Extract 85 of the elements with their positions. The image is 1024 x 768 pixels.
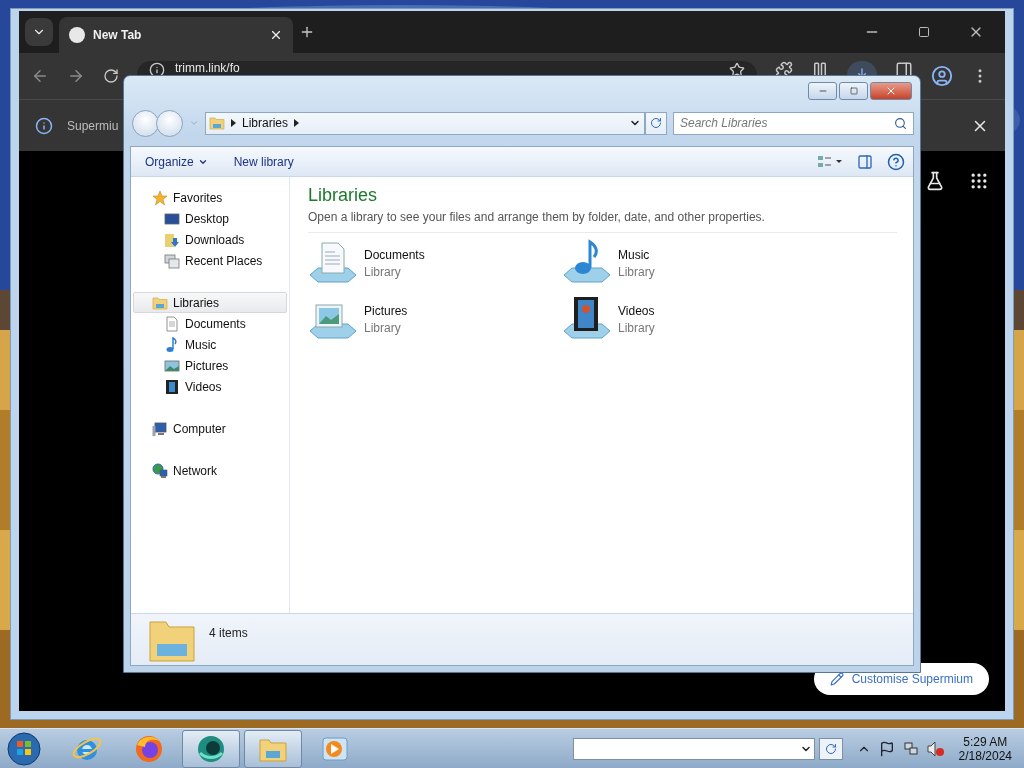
maximize-icon xyxy=(849,87,858,95)
library-name[interactable]: Documents xyxy=(364,247,425,262)
refresh-icon xyxy=(650,117,662,129)
close-button[interactable] xyxy=(870,82,912,100)
download-folder-icon xyxy=(164,231,180,248)
library-type: Library xyxy=(364,320,402,335)
extensions-icon[interactable] xyxy=(775,61,793,75)
breadcrumb-item[interactable]: Libraries xyxy=(242,116,289,130)
page-description: Open a library to see your files and arrange them by folder, date, and other properties. xyxy=(308,210,897,233)
start-button-icon[interactable] xyxy=(6,730,42,767)
tab-search-button[interactable] xyxy=(25,18,53,46)
monitor-icon xyxy=(164,210,180,227)
nav-item[interactable]: Downloads xyxy=(133,229,287,250)
apps-grid-icon[interactable] xyxy=(969,171,989,191)
nav-item[interactable]: Computer xyxy=(133,418,287,439)
nav-item[interactable]: Pictures xyxy=(133,355,287,376)
address-toolbar-field[interactable] xyxy=(572,737,815,760)
image-icon xyxy=(164,357,180,374)
minimize-button[interactable] xyxy=(808,82,837,100)
library-type: Library xyxy=(618,320,655,335)
computer-icon xyxy=(152,420,168,437)
close-icon[interactable] xyxy=(269,28,283,42)
nav-item[interactable]: Recent Places xyxy=(133,250,287,271)
browser-tab[interactable]: New Tab xyxy=(59,17,293,53)
item-count: 4 items xyxy=(209,626,248,640)
film-icon xyxy=(164,378,180,395)
breadcrumb-arrow-icon xyxy=(231,119,236,127)
command-button[interactable]: Organize xyxy=(139,152,214,171)
nav-item[interactable]: Videos xyxy=(133,376,287,397)
info-text: Supermiu xyxy=(67,118,119,133)
page-heading: Libraries xyxy=(308,185,379,206)
address-field[interactable]: trimm.link/fo xyxy=(137,61,757,75)
library-folder-icon xyxy=(149,618,195,662)
library-folder-icon xyxy=(209,115,225,131)
clock-date: 2/18/2024 xyxy=(958,748,1012,763)
maximize-icon[interactable] xyxy=(918,26,930,38)
refresh-button[interactable] xyxy=(645,111,667,135)
new-tab-icon[interactable] xyxy=(299,24,315,40)
muted-speaker-icon[interactable] xyxy=(926,740,945,757)
close-icon xyxy=(885,85,897,97)
back-icon[interactable] xyxy=(31,67,49,85)
address-bar[interactable]: Libraries xyxy=(205,111,645,135)
nav-item[interactable]: Documents xyxy=(133,313,287,334)
search-field[interactable]: Search Libraries xyxy=(673,111,914,135)
side-panel-icon[interactable] xyxy=(895,61,913,75)
help-icon[interactable] xyxy=(887,152,905,171)
download-button[interactable] xyxy=(847,61,877,75)
search-icon xyxy=(894,116,907,130)
pause-icon[interactable] xyxy=(811,61,829,75)
library-folder-icon xyxy=(152,294,168,311)
flask-icon[interactable] xyxy=(925,171,945,191)
nav-item[interactable]: Favorites xyxy=(133,187,287,208)
nav-item[interactable]: Music xyxy=(133,334,287,355)
refresh-icon xyxy=(824,742,837,755)
taskbar-button[interactable] xyxy=(182,729,240,768)
flag-icon[interactable] xyxy=(878,740,895,757)
network-icon xyxy=(152,462,168,479)
window-stack-icon xyxy=(164,252,180,269)
preview-pane-icon[interactable] xyxy=(857,153,873,170)
search-input[interactable]: Search Libraries xyxy=(680,114,894,132)
library-type: Library xyxy=(618,264,655,279)
nav-item[interactable]: Libraries xyxy=(133,292,287,313)
breadcrumb-arrow-icon xyxy=(294,119,300,127)
star-icon xyxy=(152,189,168,206)
info-icon xyxy=(35,116,53,135)
profile-icon[interactable] xyxy=(931,65,953,87)
forward-icon[interactable] xyxy=(67,67,85,85)
pencil-icon xyxy=(829,672,844,686)
network-icon[interactable] xyxy=(902,740,919,757)
clock-time: 5:29 AM xyxy=(963,734,1008,749)
maximize-button[interactable] xyxy=(839,82,868,100)
bookmark-star-icon[interactable] xyxy=(729,62,745,75)
library-name[interactable]: Videos xyxy=(618,303,655,318)
library-name[interactable]: Pictures xyxy=(364,303,408,318)
site-info-icon xyxy=(149,62,165,75)
library-name[interactable]: Music xyxy=(618,247,655,262)
nav-item[interactable]: Network xyxy=(133,460,287,481)
command-button[interactable]: New library xyxy=(227,152,300,171)
view-options-icon[interactable] xyxy=(817,153,843,170)
nav-item[interactable]: Desktop xyxy=(133,208,287,229)
document-icon xyxy=(164,315,180,332)
library-type: Library xyxy=(364,264,402,279)
favicon-icon xyxy=(69,27,85,43)
reload-icon[interactable] xyxy=(103,68,119,84)
go-button[interactable] xyxy=(818,737,843,760)
